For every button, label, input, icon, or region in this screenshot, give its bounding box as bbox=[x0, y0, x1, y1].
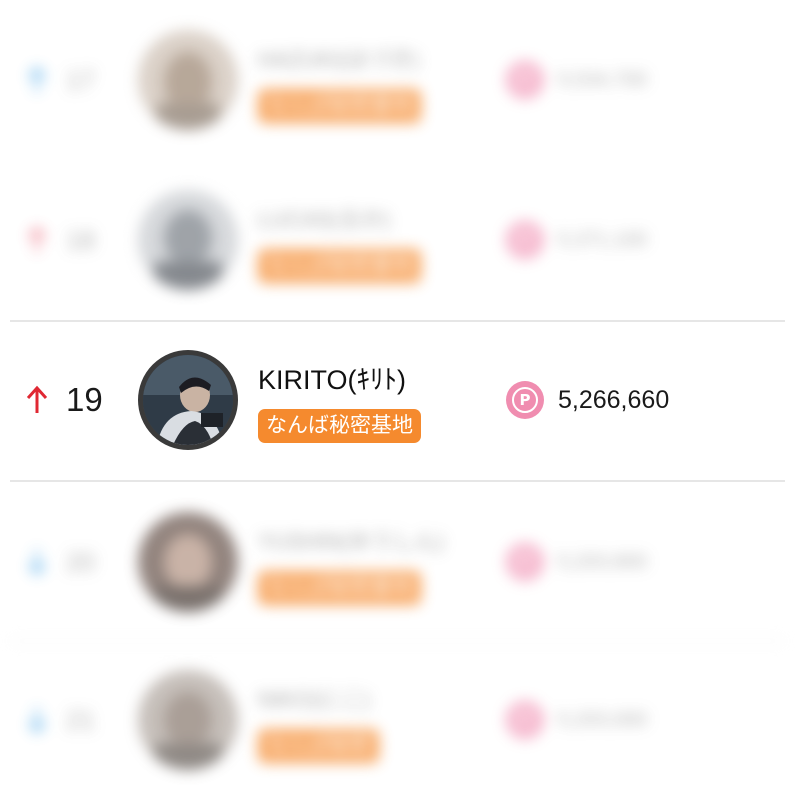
arrow-down-icon bbox=[27, 708, 47, 734]
avatar-photo bbox=[138, 670, 238, 770]
avatar[interactable] bbox=[138, 350, 238, 450]
points-value: 5,203,000 bbox=[558, 708, 647, 731]
avatar-photo bbox=[143, 355, 233, 445]
arrow-up-icon bbox=[27, 226, 47, 252]
points: P 5,203,000 bbox=[506, 700, 647, 740]
point-p-icon: P bbox=[506, 543, 544, 581]
points: P 5,371,100 bbox=[506, 220, 647, 260]
ranking-row[interactable]: 20 YUSHIN(ゆうしん) なんば秘密基地 P 5,203,800 bbox=[0, 482, 795, 642]
row-divider-top bbox=[10, 320, 785, 322]
shop-tag[interactable]: なんば秘密基地 bbox=[258, 571, 421, 605]
avatar[interactable] bbox=[138, 512, 238, 612]
shop-tag[interactable]: なんば秘密基地 bbox=[258, 89, 421, 123]
user-name[interactable]: LUCAS(るか) bbox=[258, 200, 390, 240]
rank-number: 18 bbox=[66, 225, 95, 255]
ranking-list: 17 HAZUKI(はづき) なんば秘密基地 P 5,534,700 18 LU… bbox=[0, 0, 795, 800]
user-name[interactable]: HAZUKI(はづき) bbox=[258, 40, 419, 80]
points: P 5,203,800 bbox=[506, 542, 647, 582]
points-value: 5,371,100 bbox=[558, 228, 647, 251]
ranking-row[interactable]: 21 NIKO(にこ) なんば秘密 P 5,203,000 bbox=[0, 640, 795, 800]
row-divider-top bbox=[10, 640, 785, 642]
point-p-icon: P bbox=[506, 701, 544, 739]
points-value: 5,266,660 bbox=[558, 385, 670, 414]
rank-number: 19 bbox=[66, 381, 103, 418]
ranking-row[interactable]: 18 LUCAS(るか) なんば秘密基地 P 5,371,100 bbox=[0, 160, 795, 320]
user-name[interactable]: KIRITO(ｷﾘﾄ) bbox=[258, 360, 406, 400]
avatar-photo bbox=[138, 512, 238, 612]
shop-tag[interactable]: なんば秘密 bbox=[258, 729, 379, 763]
avatar-photo bbox=[138, 190, 238, 290]
arrow-up-icon bbox=[27, 66, 47, 92]
ranking-row-current[interactable]: 19 KIRITO(ｷﾘﾄ) なんば秘密基地 P 5,266,660 bbox=[0, 320, 795, 482]
avatar[interactable] bbox=[138, 190, 238, 290]
user-name[interactable]: NIKO(にこ) bbox=[258, 680, 370, 720]
points: P 5,534,700 bbox=[506, 60, 647, 100]
rank-number: 21 bbox=[66, 705, 95, 735]
avatar-photo bbox=[138, 30, 238, 130]
rank-number: 20 bbox=[66, 547, 95, 577]
point-p-icon: P bbox=[506, 221, 544, 259]
shop-tag[interactable]: なんば秘密基地 bbox=[258, 409, 421, 443]
avatar[interactable] bbox=[138, 30, 238, 130]
shop-tag[interactable]: なんば秘密基地 bbox=[258, 249, 421, 283]
points: P 5,266,660 bbox=[506, 380, 669, 420]
points-value: 5,534,700 bbox=[558, 68, 647, 91]
points-value: 5,203,800 bbox=[558, 550, 647, 573]
point-p-icon: P bbox=[506, 61, 544, 99]
arrow-down-icon bbox=[27, 550, 47, 576]
arrow-up-icon bbox=[26, 385, 48, 413]
rank-number: 17 bbox=[66, 65, 95, 95]
avatar[interactable] bbox=[138, 670, 238, 770]
point-p-icon: P bbox=[506, 381, 544, 419]
user-name[interactable]: YUSHIN(ゆうしん) bbox=[258, 522, 444, 562]
ranking-row[interactable]: 17 HAZUKI(はづき) なんば秘密基地 P 5,534,700 bbox=[0, 0, 795, 160]
